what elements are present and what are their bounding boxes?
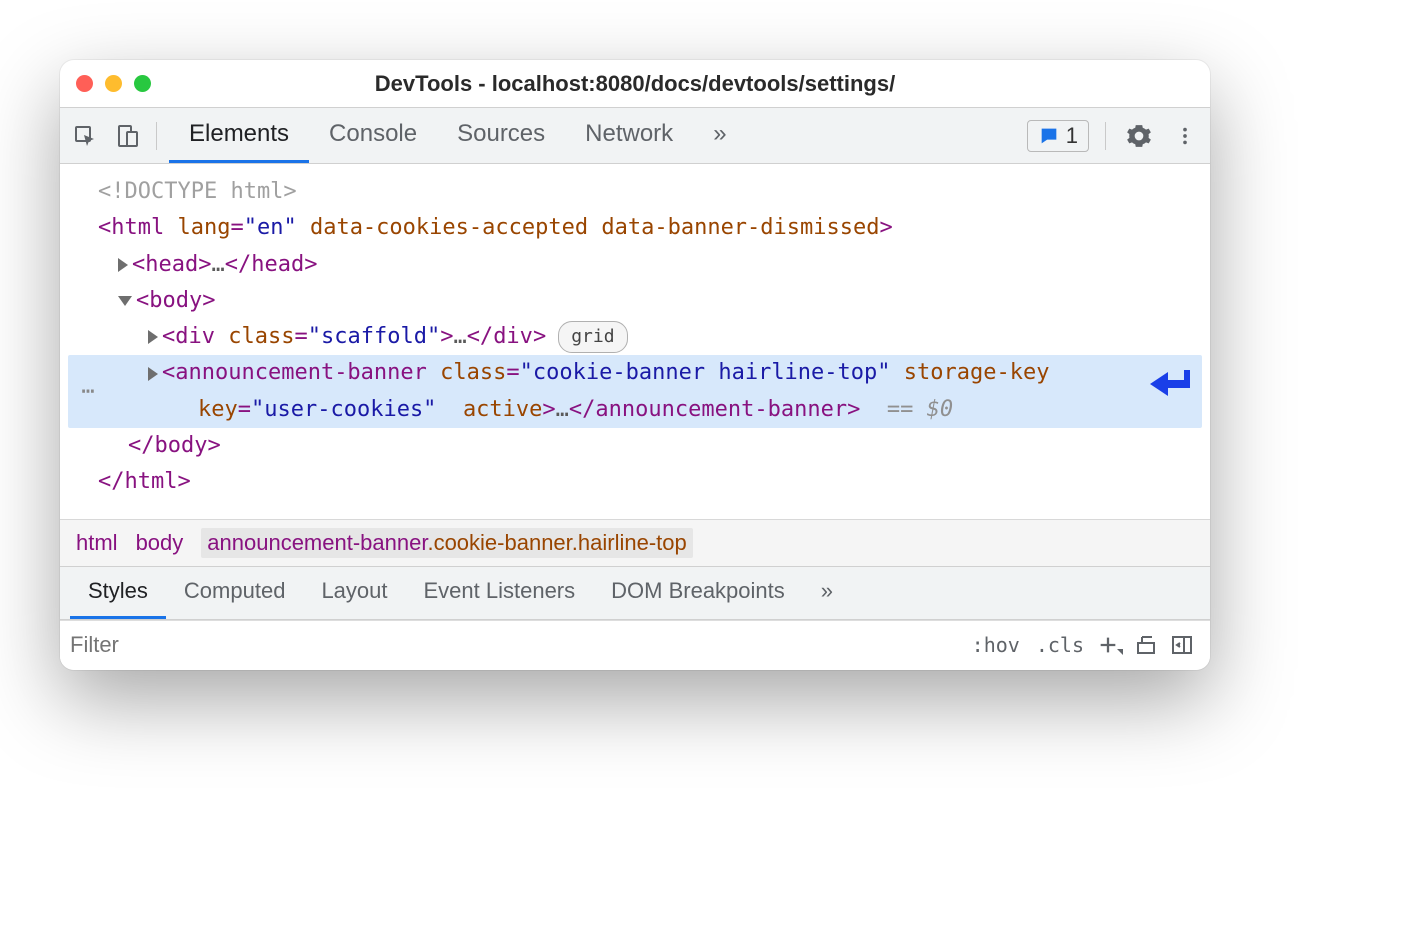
separator [1105,122,1106,150]
close-button[interactable] [76,75,93,92]
toolbar-right: 1 [1027,119,1202,153]
dom-doctype[interactable]: <!DOCTYPE html> [68,174,1202,210]
device-toggle-icon[interactable] [110,119,144,153]
separator [156,122,157,150]
tab-event-listeners[interactable]: Event Listeners [406,567,594,619]
issues-count: 1 [1066,123,1078,149]
tab-network[interactable]: Network [565,108,693,163]
hov-toggle[interactable]: :hov [964,633,1028,657]
dom-head[interactable]: <head>…</head> [68,247,1202,283]
cls-toggle[interactable]: .cls [1028,633,1092,657]
zoom-button[interactable] [134,75,151,92]
devtools-window: DevTools - localhost:8080/docs/devtools/… [60,60,1210,670]
tabs-overflow[interactable]: » [693,108,746,163]
gear-icon[interactable] [1122,119,1156,153]
computed-styles-icon[interactable] [1128,633,1164,657]
styles-filter-bar: :hov .cls [60,620,1210,670]
tab-sources[interactable]: Sources [437,108,565,163]
more-menu-icon[interactable] [1168,119,1202,153]
traffic-lights [76,75,151,92]
dom-body-close[interactable]: </body> [68,428,1202,464]
tab-styles[interactable]: Styles [70,567,166,619]
grid-badge[interactable]: grid [558,321,627,353]
tab-computed[interactable]: Computed [166,567,304,619]
console-reference: == $0 [887,397,953,422]
dom-html-close[interactable]: </html> [68,464,1202,500]
tab-dom-breakpoints[interactable]: DOM Breakpoints [593,567,803,619]
toggle-sidebar-icon[interactable] [1164,633,1200,657]
dom-body-open[interactable]: <body> [68,283,1202,319]
more-actions-icon[interactable]: ⋯ [74,374,104,410]
tab-console[interactable]: Console [309,108,437,163]
issues-badge[interactable]: 1 [1027,120,1089,152]
main-toolbar: Elements Console Sources Network » 1 [60,108,1210,164]
collapse-icon[interactable] [118,296,132,306]
inspect-icon[interactable] [68,119,102,153]
titlebar: DevTools - localhost:8080/docs/devtools/… [60,60,1210,108]
breadcrumb: html body announcement-banner.cookie-ban… [60,519,1210,566]
dom-div-scaffold[interactable]: <div class="scaffold">…</div> grid [68,319,1202,355]
window-title: DevTools - localhost:8080/docs/devtools/… [60,71,1210,97]
tab-elements[interactable]: Elements [169,108,309,163]
expand-icon[interactable] [148,330,158,344]
styles-tabs: Styles Computed Layout Event Listeners D… [60,566,1210,620]
main-tabs: Elements Console Sources Network » [169,108,1019,163]
breadcrumb-current[interactable]: announcement-banner.cookie-banner.hairli… [201,528,692,558]
elements-tree[interactable]: <!DOCTYPE html> <html lang="en" data-coo… [60,164,1210,519]
breadcrumb-html[interactable]: html [76,530,118,556]
dom-html-open[interactable]: <html lang="en" data-cookies-accepted da… [68,210,1202,246]
styles-tabs-overflow[interactable]: » [803,567,851,619]
expand-icon[interactable] [148,367,158,381]
tab-layout[interactable]: Layout [303,567,405,619]
dom-selected-node[interactable]: ⋯ <announcement-banner class="cookie-ban… [68,355,1202,428]
filter-input[interactable] [60,626,964,664]
minimize-button[interactable] [105,75,122,92]
issues-icon [1038,125,1060,147]
breadcrumb-body[interactable]: body [136,530,184,556]
new-style-rule-icon[interactable] [1092,634,1128,656]
selection-arrow-icon [1146,366,1192,418]
expand-icon[interactable] [118,258,128,272]
